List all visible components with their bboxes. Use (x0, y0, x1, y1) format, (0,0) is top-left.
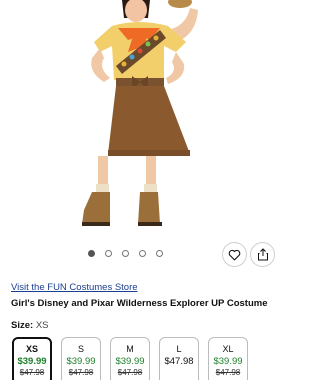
carousel-dot[interactable] (105, 250, 112, 257)
size-was-price: $47.98 (68, 368, 94, 377)
share-icon (257, 248, 268, 261)
size-price: $39.99 (17, 356, 47, 367)
favorite-button[interactable] (222, 242, 247, 267)
size-price: $39.99 (66, 356, 96, 367)
size-was-price: $47.98 (117, 368, 143, 377)
carousel-dot[interactable] (139, 250, 146, 257)
product-title: Girl's Disney and Pixar Wilderness Explo… (11, 298, 268, 309)
carousel-dot[interactable] (156, 250, 163, 257)
store-link[interactable]: Visit the FUN Costumes Store (11, 282, 138, 293)
costume-illustration (82, 0, 198, 226)
size-name: S (77, 344, 84, 354)
size-price: $39.99 (115, 356, 145, 367)
size-price: $39.99 (213, 356, 243, 367)
size-name: XS (25, 344, 38, 354)
size-option-xl[interactable]: XL $39.99 $47.98 (208, 337, 248, 380)
size-option-l[interactable]: L $47.98 (159, 337, 199, 380)
size-name: M (126, 344, 134, 354)
size-name: XL (222, 344, 234, 354)
size-option-s[interactable]: S $39.99 $47.98 (61, 337, 101, 380)
size-option-m[interactable]: M $39.99 $47.98 (110, 337, 150, 380)
size-options: XS $39.99 $47.98 S $39.99 $47.98 M $39.9… (12, 337, 248, 380)
size-price: $47.98 (164, 356, 194, 367)
selected-size-value: XS (35, 320, 49, 331)
carousel-dot[interactable] (88, 250, 95, 257)
carousel-dot[interactable] (122, 250, 129, 257)
size-label: Size: (11, 320, 34, 331)
size-option-xs[interactable]: XS $39.99 $47.98 (12, 337, 52, 380)
share-button[interactable] (250, 242, 275, 267)
heart-icon (228, 249, 241, 261)
size-was-price: $47.98 (215, 368, 241, 377)
size-was-price: $47.98 (19, 368, 45, 377)
size-name: L (176, 344, 182, 354)
size-selector-label: Size: XS (11, 320, 49, 331)
product-image[interactable] (0, 0, 285, 240)
